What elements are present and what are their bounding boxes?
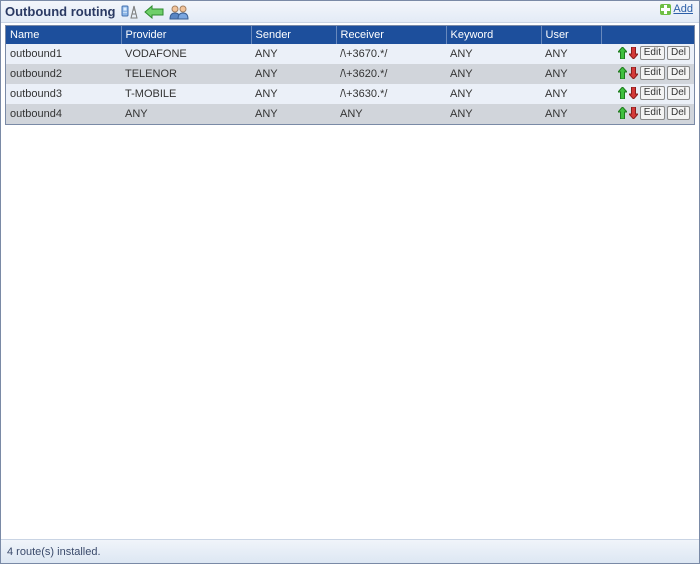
cell-user: ANY	[541, 64, 601, 84]
plus-icon	[660, 4, 671, 15]
cell-user: ANY	[541, 44, 601, 64]
move-down-button[interactable]	[629, 47, 638, 59]
cell-sender: ANY	[251, 104, 336, 124]
move-up-button[interactable]	[618, 47, 627, 59]
cell-user: ANY	[541, 84, 601, 104]
col-header-provider[interactable]: Provider	[121, 26, 251, 44]
app-window: Outbound routing	[0, 0, 700, 564]
cell-name: outbound3	[6, 84, 121, 104]
cell-keyword: ANY	[446, 104, 541, 124]
table-row[interactable]: outbound2TELENORANY/\+3620.*/ANYANYEditD…	[6, 64, 694, 84]
edit-button[interactable]: Edit	[640, 66, 665, 80]
cell-receiver: /\+3620.*/	[336, 64, 446, 84]
routing-table: Name Provider Sender Receiver Keyword Us…	[6, 26, 694, 124]
cell-provider: TELENOR	[121, 64, 251, 84]
move-up-button[interactable]	[618, 87, 627, 99]
page-title: Outbound routing	[5, 4, 115, 19]
header-bar: Outbound routing	[1, 1, 699, 23]
edit-button[interactable]: Edit	[640, 86, 665, 100]
arrow-left-icon	[143, 5, 165, 19]
cell-provider: VODAFONE	[121, 44, 251, 64]
table-body: outbound1VODAFONEANY/\+3670.*/ANYANYEdit…	[6, 44, 694, 124]
edit-button[interactable]: Edit	[640, 46, 665, 60]
cell-name: outbound4	[6, 104, 121, 124]
arrow-down-icon	[629, 67, 638, 79]
cell-user: ANY	[541, 104, 601, 124]
move-down-button[interactable]	[629, 67, 638, 79]
phone-tower-icon	[121, 4, 139, 20]
edit-button[interactable]: Edit	[640, 106, 665, 120]
status-bar: 4 route(s) installed.	[1, 539, 699, 563]
cell-actions: EditDel	[601, 64, 694, 84]
cell-provider: T-MOBILE	[121, 84, 251, 104]
cell-actions: EditDel	[601, 104, 694, 124]
cell-name: outbound1	[6, 44, 121, 64]
col-header-actions	[601, 26, 694, 44]
table-row[interactable]: outbound4ANYANYANYANYANYEditDel	[6, 104, 694, 124]
content-area: Name Provider Sender Receiver Keyword Us…	[1, 23, 699, 539]
routing-table-container: Name Provider Sender Receiver Keyword Us…	[5, 25, 695, 125]
add-button[interactable]: Add	[660, 3, 693, 15]
cell-sender: ANY	[251, 84, 336, 104]
cell-keyword: ANY	[446, 64, 541, 84]
add-button-label: Add	[673, 3, 693, 15]
col-header-user[interactable]: User	[541, 26, 601, 44]
cell-receiver: ANY	[336, 104, 446, 124]
arrow-up-icon	[618, 47, 627, 59]
move-up-button[interactable]	[618, 67, 627, 79]
cell-actions: EditDel	[601, 84, 694, 104]
col-header-sender[interactable]: Sender	[251, 26, 336, 44]
arrow-down-icon	[629, 107, 638, 119]
delete-button[interactable]: Del	[667, 66, 690, 80]
table-row[interactable]: outbound3T-MOBILEANY/\+3630.*/ANYANYEdit…	[6, 84, 694, 104]
cell-keyword: ANY	[446, 84, 541, 104]
header-icon-group	[121, 4, 189, 20]
users-icon	[169, 4, 189, 20]
col-header-receiver[interactable]: Receiver	[336, 26, 446, 44]
arrow-up-icon	[618, 87, 627, 99]
table-row[interactable]: outbound1VODAFONEANY/\+3670.*/ANYANYEdit…	[6, 44, 694, 64]
cell-provider: ANY	[121, 104, 251, 124]
cell-actions: EditDel	[601, 44, 694, 64]
col-header-name[interactable]: Name	[6, 26, 121, 44]
table-header-row: Name Provider Sender Receiver Keyword Us…	[6, 26, 694, 44]
move-up-button[interactable]	[618, 107, 627, 119]
status-text: 4 route(s) installed.	[7, 546, 101, 558]
arrow-down-icon	[629, 87, 638, 99]
delete-button[interactable]: Del	[667, 86, 690, 100]
arrow-up-icon	[618, 107, 627, 119]
cell-receiver: /\+3630.*/	[336, 84, 446, 104]
col-header-keyword[interactable]: Keyword	[446, 26, 541, 44]
delete-button[interactable]: Del	[667, 106, 690, 120]
move-down-button[interactable]	[629, 87, 638, 99]
cell-name: outbound2	[6, 64, 121, 84]
cell-keyword: ANY	[446, 44, 541, 64]
delete-button[interactable]: Del	[667, 46, 690, 60]
cell-sender: ANY	[251, 64, 336, 84]
move-down-button[interactable]	[629, 107, 638, 119]
cell-receiver: /\+3670.*/	[336, 44, 446, 64]
cell-sender: ANY	[251, 44, 336, 64]
arrow-up-icon	[618, 67, 627, 79]
arrow-down-icon	[629, 47, 638, 59]
